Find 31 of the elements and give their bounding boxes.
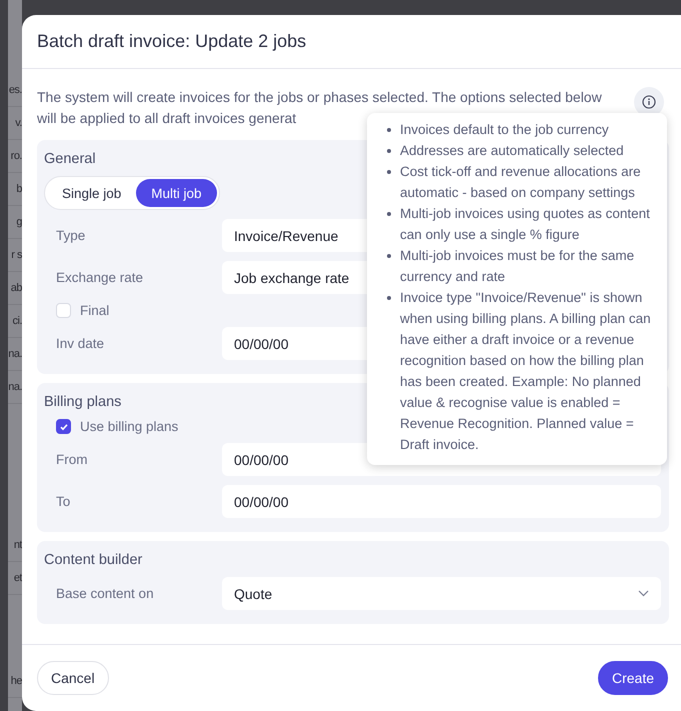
background-text: he (10, 675, 22, 687)
background-text: b (16, 183, 22, 195)
background-text: na. (8, 381, 22, 393)
tooltip-item: Addresses are automatically selected (400, 142, 625, 160)
dialog-title: Batch draft invoice: Update 2 jobs (37, 31, 306, 52)
background-text: na. (8, 348, 22, 360)
tooltip-item: Multi-job invoices using quotes as content can only use a single % figure (400, 205, 651, 244)
background-text: ab (10, 282, 22, 294)
background-text: nt (14, 539, 22, 551)
tooltip-item: Invoice type "Invoice/Revenue" is shown when using billing plans. A billing plan can have either a draft invoice or a revenue recognition based on how the billing plan has been created. Example: No planned value & recognise value is enabled = Revenue Recognition. Planned value = Draft invoice. (400, 289, 652, 454)
tooltip-item: Invoices default to the job currency (400, 121, 610, 139)
field-label: Exchange rate (55, 270, 144, 285)
background-text: ro. (10, 150, 22, 162)
background-text: g (16, 216, 22, 228)
section-title: General (44, 150, 96, 167)
background-text: v. (15, 117, 22, 129)
background-text: et (14, 572, 22, 584)
background-text: r s (11, 249, 22, 261)
background-text: es. (8, 84, 22, 96)
field-label: To (55, 494, 72, 509)
checkbox-label: Final (80, 303, 110, 318)
section-title: Billing plans (44, 393, 122, 410)
field-label: Type (55, 228, 86, 243)
tooltip-item: Multi-job invoices must be for the same currency and rate (400, 247, 636, 286)
field-label: From (55, 452, 88, 467)
background-text: ci. (12, 315, 22, 327)
checkbox-label: Use billing plans (80, 419, 178, 434)
tooltip-item: Cost tick-off and revenue allocations are automatic - based on company settings (400, 163, 642, 202)
field-label: Inv date (55, 336, 106, 351)
field-label: Base content on (55, 586, 155, 601)
section-title: Content builder (44, 551, 142, 568)
